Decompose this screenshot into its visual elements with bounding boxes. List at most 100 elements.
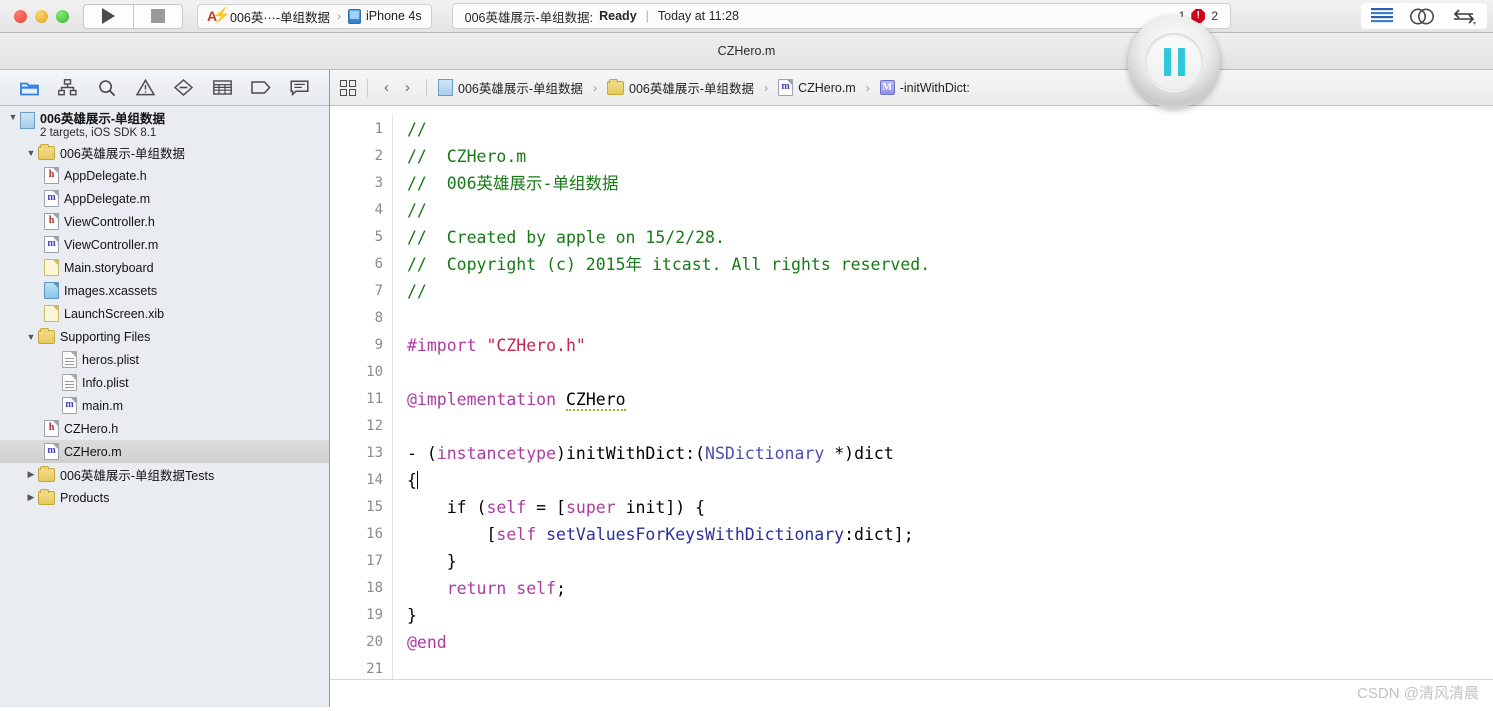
line-number: 17 [366, 553, 383, 569]
tree-item-project[interactable]: ▼ 006英雄展示-单组数据 2 targets, iOS SDK 8.1 [0, 111, 329, 141]
workspace-body: ▼ 006英雄展示-单组数据 2 targets, iOS SDK 8.1 ▼ … [0, 70, 1493, 707]
source-editor[interactable]: 1 2 3 4 5 6 7 8 9 10 11 12 13 14 15 16 1… [330, 106, 1493, 679]
breadcrumb-project[interactable]: 006英雄展示-单组数据 [438, 78, 583, 97]
line-number: 9 [374, 337, 383, 353]
project-navigator-tree[interactable]: ▼ 006英雄展示-单组数据 2 targets, iOS SDK 8.1 ▼ … [0, 106, 329, 707]
header-file-icon: h [44, 213, 59, 230]
disclosure-triangle-icon[interactable]: ▶ [24, 492, 38, 503]
tree-item-label: Images.xcassets [64, 283, 158, 298]
tree-item-czhero-m[interactable]: m CZHero.m [0, 440, 329, 463]
disclosure-triangle-icon[interactable]: ▼ [6, 112, 20, 122]
run-stop-group [83, 3, 183, 29]
folder-icon [607, 78, 625, 95]
breadcrumb-file[interactable]: m CZHero.m [778, 79, 856, 96]
tree-item-images-xcassets[interactable]: Images.xcassets [0, 279, 329, 302]
line-number-gutter[interactable]: 1 2 3 4 5 6 7 8 9 10 11 12 13 14 15 16 1… [330, 106, 392, 679]
impl-file-icon: m [44, 236, 59, 253]
report-icon[interactable] [210, 77, 234, 99]
line-number: 20 [366, 634, 383, 650]
tree-item-heros-plist[interactable]: heros.plist [0, 348, 329, 371]
code-line-3: // 006英雄展示-单组数据 [407, 174, 619, 193]
maximize-button[interactable] [56, 9, 69, 23]
disclosure-triangle-icon[interactable]: ▶ [24, 469, 38, 480]
comment-icon[interactable] [288, 77, 312, 99]
code-line-1: // [407, 120, 427, 139]
clipped-text [330, 680, 602, 691]
tree-item-main-storyboard[interactable]: Main.storyboard [0, 256, 329, 279]
code-line-13: - (instancetype)initWithDict:(NSDictiona… [407, 444, 894, 463]
line-number: 15 [366, 499, 383, 515]
line-number: 4 [374, 202, 383, 218]
status-separator: | [645, 9, 649, 23]
tree-item-info-plist[interactable]: Info.plist [0, 371, 329, 394]
breadcrumb-label: 006英雄展示-单组数据 [629, 82, 755, 96]
pause-overlay-button[interactable] [1128, 16, 1220, 108]
assistant-editor-icon[interactable] [1409, 8, 1435, 25]
tree-item-label: Main.storyboard [64, 260, 154, 275]
chevron-right-icon: › [865, 80, 870, 95]
stop-button[interactable] [133, 3, 183, 29]
line-number: 11 [366, 391, 383, 407]
standard-editor-icon[interactable] [1371, 8, 1393, 24]
divider [367, 78, 368, 97]
folder-icon [38, 488, 55, 505]
chevron-right-icon: › [337, 9, 342, 23]
code-line-7: // [407, 282, 427, 301]
tree-item-group-main[interactable]: ▼ 006英雄展示-单组数据 [0, 141, 329, 164]
disclosure-triangle-icon[interactable]: ▼ [24, 332, 38, 342]
tag-icon[interactable] [249, 77, 273, 99]
status-state: Ready [599, 9, 637, 23]
destination-name: iPhone 4s [366, 9, 422, 23]
disclosure-triangle-icon[interactable]: ▼ [24, 148, 38, 158]
breadcrumb-group[interactable]: 006英雄展示-单组数据 [607, 78, 754, 97]
back-button[interactable]: ‹ [379, 79, 394, 96]
code-line-5: // Created by apple on 15/2/28. [407, 228, 725, 247]
folder-icon [38, 327, 55, 344]
tree-item-label: AppDelegate.m [64, 191, 151, 206]
code-text[interactable]: // // CZHero.m // 006英雄展示-单组数据 // // Cre… [393, 106, 1493, 679]
main-toolbar: A ⚡ 006英···-单组数据 › iPhone 4s 006英雄展示-单组数据… [0, 0, 1493, 33]
tree-item-supporting-files[interactable]: ▼ Supporting Files [0, 325, 329, 348]
project-file-icon [20, 112, 35, 129]
tree-item-main-m[interactable]: m main.m [0, 394, 329, 417]
related-items-icon[interactable] [340, 79, 356, 96]
code-line-18: return self; [446, 579, 566, 598]
tree-item-appdelegate-h[interactable]: h AppDelegate.h [0, 164, 329, 187]
tree-item-subtitle: 2 targets, iOS SDK 8.1 [40, 127, 157, 139]
tree-item-label: main.m [82, 398, 123, 413]
xcode-window: A ⚡ 006英···-单组数据 › iPhone 4s 006英雄展示-单组数据… [0, 0, 1493, 711]
search-icon[interactable] [95, 77, 119, 99]
pause-icon [1145, 33, 1203, 91]
code-line-6: // Copyright (c) 2015年 itcast. All right… [407, 255, 931, 274]
tree-item-appdelegate-m[interactable]: m AppDelegate.m [0, 187, 329, 210]
breakpoint-icon[interactable] [172, 77, 196, 99]
folder-icon[interactable] [17, 77, 41, 99]
tree-item-viewcontroller-h[interactable]: h ViewController.h [0, 210, 329, 233]
breadcrumb-symbol[interactable]: M -initWithDict: [879, 80, 970, 95]
tree-item-viewcontroller-m[interactable]: m ViewController.m [0, 233, 329, 256]
warning-icon[interactable] [133, 77, 157, 99]
divider [426, 78, 427, 97]
close-button[interactable] [14, 9, 27, 23]
window-title-bar: CZHero.m [0, 33, 1493, 70]
hierarchy-icon[interactable] [56, 77, 80, 99]
tree-item-products-group[interactable]: ▶ Products [0, 486, 329, 509]
line-number: 12 [366, 418, 383, 434]
code-line-11: @implementation CZHero [407, 390, 626, 411]
minimize-button[interactable] [35, 9, 48, 23]
line-number: 3 [374, 175, 383, 191]
watermark: CSDN @清风清晨 [1357, 685, 1479, 702]
tree-item-tests-group[interactable]: ▶ 006英雄展示-单组数据Tests [0, 463, 329, 486]
tree-item-launchscreen-xib[interactable]: LaunchScreen.xib [0, 302, 329, 325]
tree-item-label: Products [60, 490, 110, 505]
run-button[interactable] [83, 3, 133, 29]
tree-item-label: CZHero.m [64, 444, 122, 459]
tree-item-czhero-h[interactable]: h CZHero.h [0, 417, 329, 440]
scheme-selector[interactable]: A ⚡ 006英···-单组数据 › iPhone 4s [197, 3, 432, 29]
line-number: 10 [366, 364, 383, 380]
forward-button[interactable]: › [400, 79, 415, 96]
scheme-icon: A ⚡ [207, 6, 231, 24]
pause-bar-left [1163, 48, 1171, 76]
version-editor-icon[interactable] [1451, 8, 1477, 25]
impl-file-icon: m [44, 443, 59, 460]
